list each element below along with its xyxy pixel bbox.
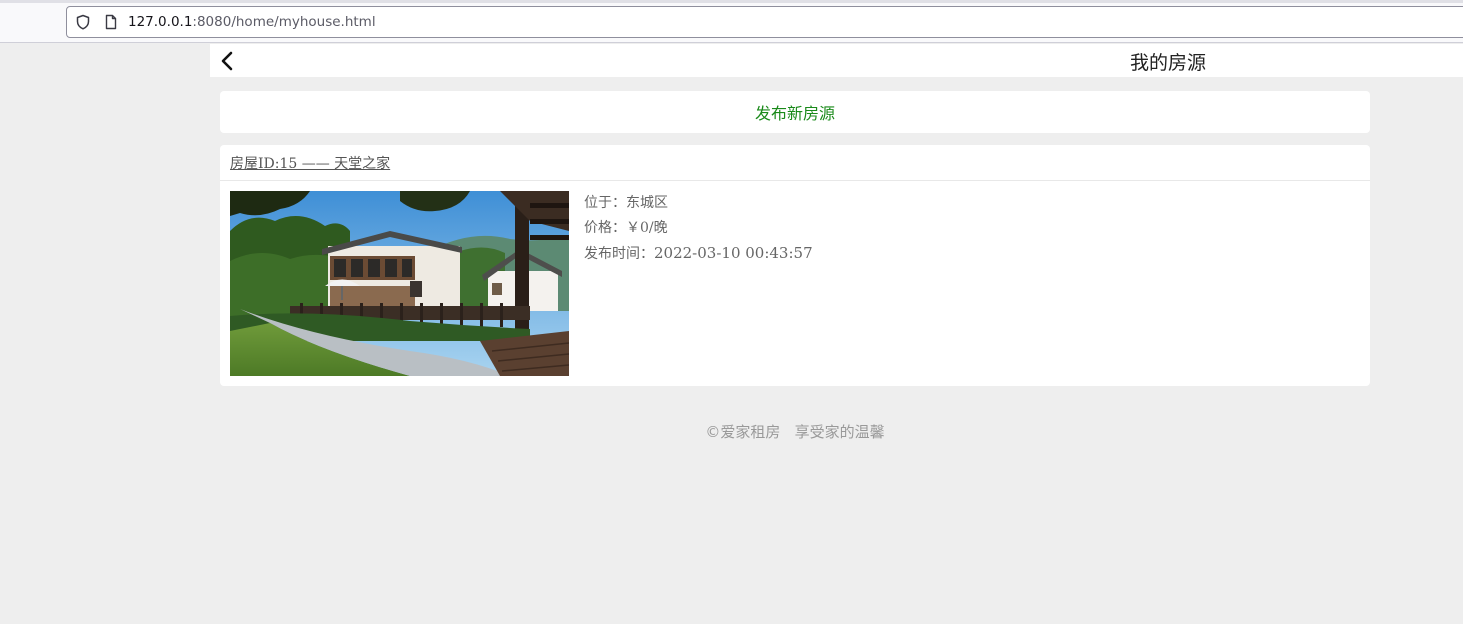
tab-strip-edge xyxy=(0,0,1463,3)
publish-new-house-button[interactable]: 发布新房源 xyxy=(220,91,1370,133)
publish-time-value: 2022-03-10 00:43:57 xyxy=(654,244,813,262)
house-card-header: 房屋ID:15 —— 天堂之家 xyxy=(220,145,1370,181)
url-text[interactable]: 127.0.0.1:8080/home/myhouse.html xyxy=(128,14,376,30)
price-label: 价格： xyxy=(584,220,626,236)
house-title-link[interactable]: 房屋ID:15 —— 天堂之家 xyxy=(230,153,390,173)
house-photo[interactable] xyxy=(230,191,569,376)
app-header: 我的房源 xyxy=(210,44,1463,77)
publish-time-label: 发布时间： xyxy=(584,246,654,262)
house-price: 价格：￥0/晚 xyxy=(584,218,813,243)
publish-new-house-label: 发布新房源 xyxy=(754,104,835,123)
url-path: :8080/home/myhouse.html xyxy=(192,14,376,30)
shield-icon[interactable] xyxy=(75,14,91,30)
price-value: ￥0/晚 xyxy=(626,220,668,236)
address-bar[interactable]: 127.0.0.1:8080/home/myhouse.html xyxy=(66,6,1463,38)
url-host: 127.0.0.1 xyxy=(128,14,193,30)
house-card: 房屋ID:15 —— 天堂之家 位于：东城区 价格：￥0/晚 发布时间：2022… xyxy=(220,145,1370,386)
house-location: 位于：东城区 xyxy=(584,193,813,218)
footer-copyright: ©爱家租房 享受家的温馨 xyxy=(705,423,885,441)
page-icon[interactable] xyxy=(103,14,119,30)
location-value: 东城区 xyxy=(626,195,668,211)
house-publish-time: 发布时间：2022-03-10 00:43:57 xyxy=(584,243,813,268)
house-info: 位于：东城区 价格：￥0/晚 发布时间：2022-03-10 00:43:57 xyxy=(584,193,813,268)
browser-toolbar: 127.0.0.1:8080/home/myhouse.html xyxy=(0,0,1463,43)
location-label: 位于： xyxy=(584,195,626,211)
back-arrow-icon[interactable] xyxy=(218,50,238,72)
page-title: 我的房源 xyxy=(1130,52,1207,74)
